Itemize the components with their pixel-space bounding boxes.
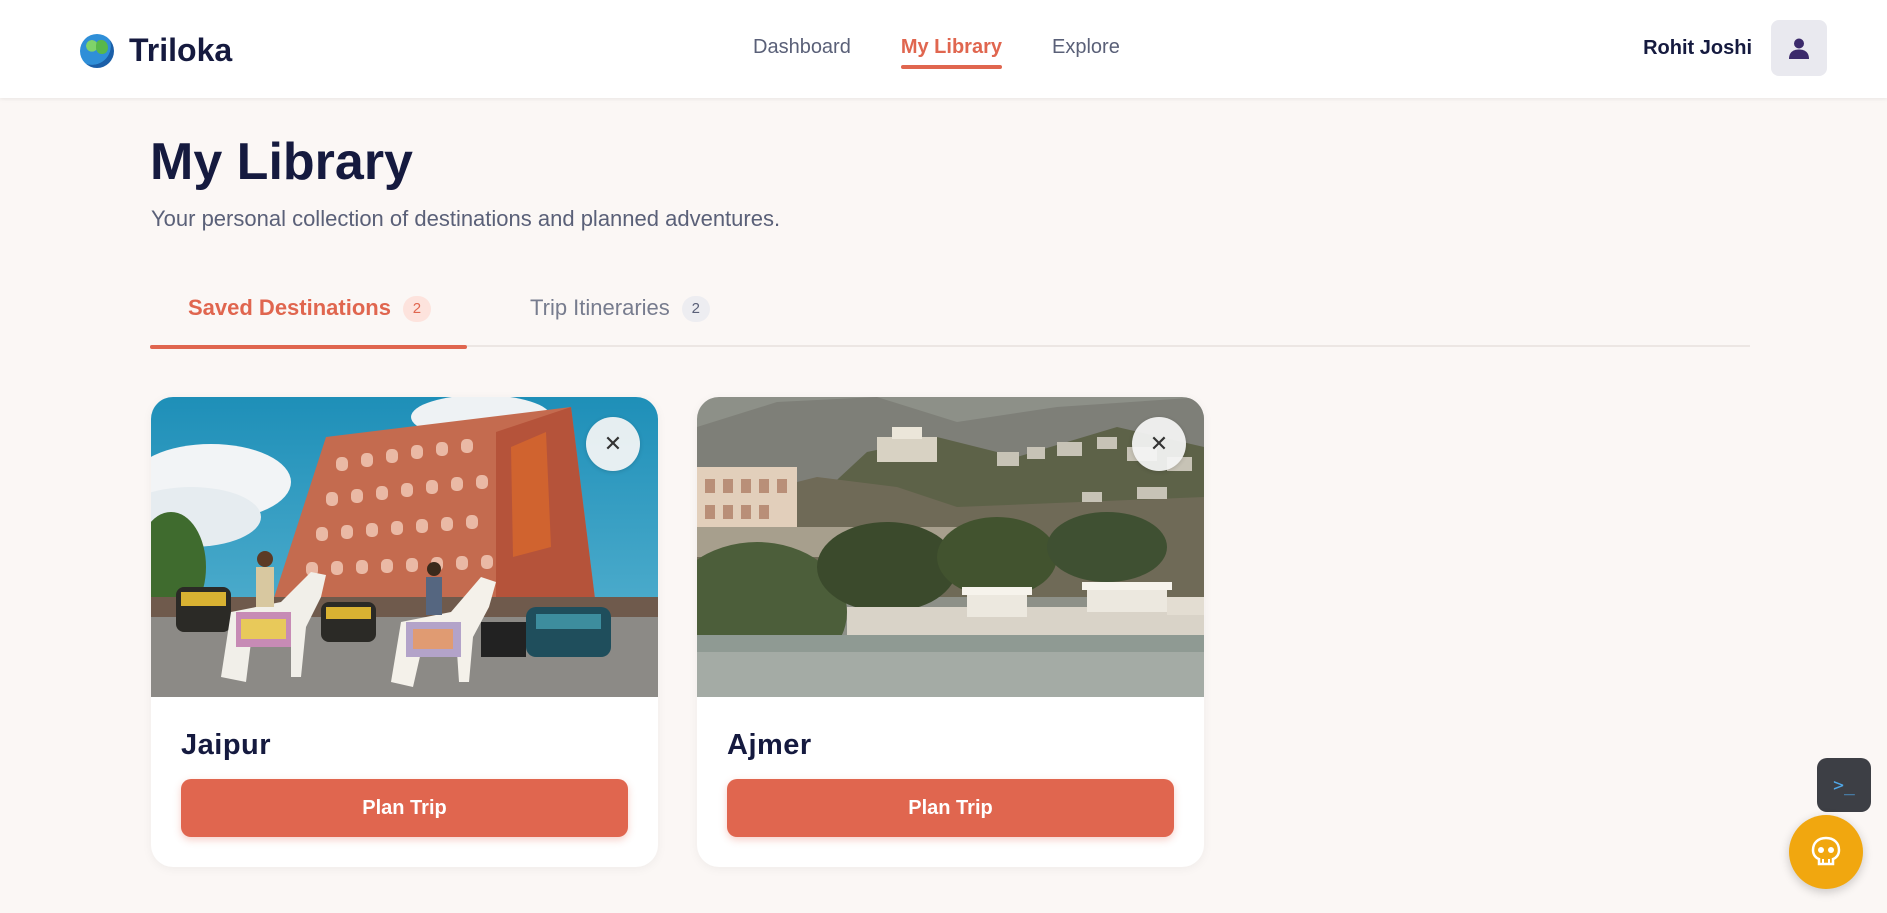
user-menu: Rohit Joshi <box>1643 20 1827 76</box>
destination-photo: ✕ <box>151 397 658 697</box>
page-subtitle: Your personal collection of destinations… <box>151 206 781 231</box>
tab-saved-destinations[interactable]: Saved Destinations 2 <box>150 295 467 349</box>
destination-title: Ajmer <box>727 729 812 761</box>
assistant-fab[interactable] <box>1789 815 1863 889</box>
globe-icon <box>80 33 114 68</box>
nav-my-library[interactable]: My Library <box>900 36 1003 69</box>
nav-dashboard[interactable]: Dashboard <box>753 36 851 69</box>
brand-logo[interactable]: Triloka <box>80 32 232 69</box>
user-name: Rohit Joshi <box>1643 36 1752 59</box>
close-icon: ✕ <box>603 431 623 456</box>
top-navbar: Triloka Dashboard My Library Explore Roh… <box>0 0 1887 98</box>
avatar[interactable] <box>1771 20 1827 76</box>
terminal-button[interactable]: >_ <box>1817 758 1871 812</box>
library-tabs: Saved Destinations 2 Trip Itineraries 2 <box>150 295 1750 349</box>
user-avatar-icon <box>1789 38 1809 59</box>
close-icon: ✕ <box>1149 431 1169 456</box>
tab-trip-itineraries[interactable]: Trip Itineraries 2 <box>530 295 710 347</box>
tab-count-badge: 2 <box>681 296 710 322</box>
destination-card-jaipur[interactable]: ✕ Jaipur Plan Trip <box>151 397 658 867</box>
destination-card-ajmer[interactable]: ✕ Ajmer Plan Trip <box>697 397 1204 867</box>
tab-count-badge: 2 <box>402 296 431 322</box>
skull-bot-icon <box>1811 836 1841 866</box>
page-title: My Library <box>150 133 413 191</box>
ajmer-photo-illustration <box>697 397 1204 697</box>
main-nav: Dashboard My Library Explore <box>753 36 1170 69</box>
remove-destination-button[interactable]: ✕ <box>1132 417 1186 471</box>
jaipur-photo-illustration <box>151 397 658 697</box>
plan-trip-button[interactable]: Plan Trip <box>727 779 1174 837</box>
destination-title: Jaipur <box>181 729 272 761</box>
tab-label: Saved Destinations <box>188 295 391 320</box>
nav-explore[interactable]: Explore <box>1052 36 1120 69</box>
plan-trip-button[interactable]: Plan Trip <box>181 779 628 837</box>
remove-destination-button[interactable]: ✕ <box>586 417 640 471</box>
brand-name: Triloka <box>129 32 233 68</box>
tab-label: Trip Itineraries <box>530 295 670 320</box>
terminal-icon: >_ <box>1833 774 1855 796</box>
destination-photo: ✕ <box>697 397 1204 697</box>
